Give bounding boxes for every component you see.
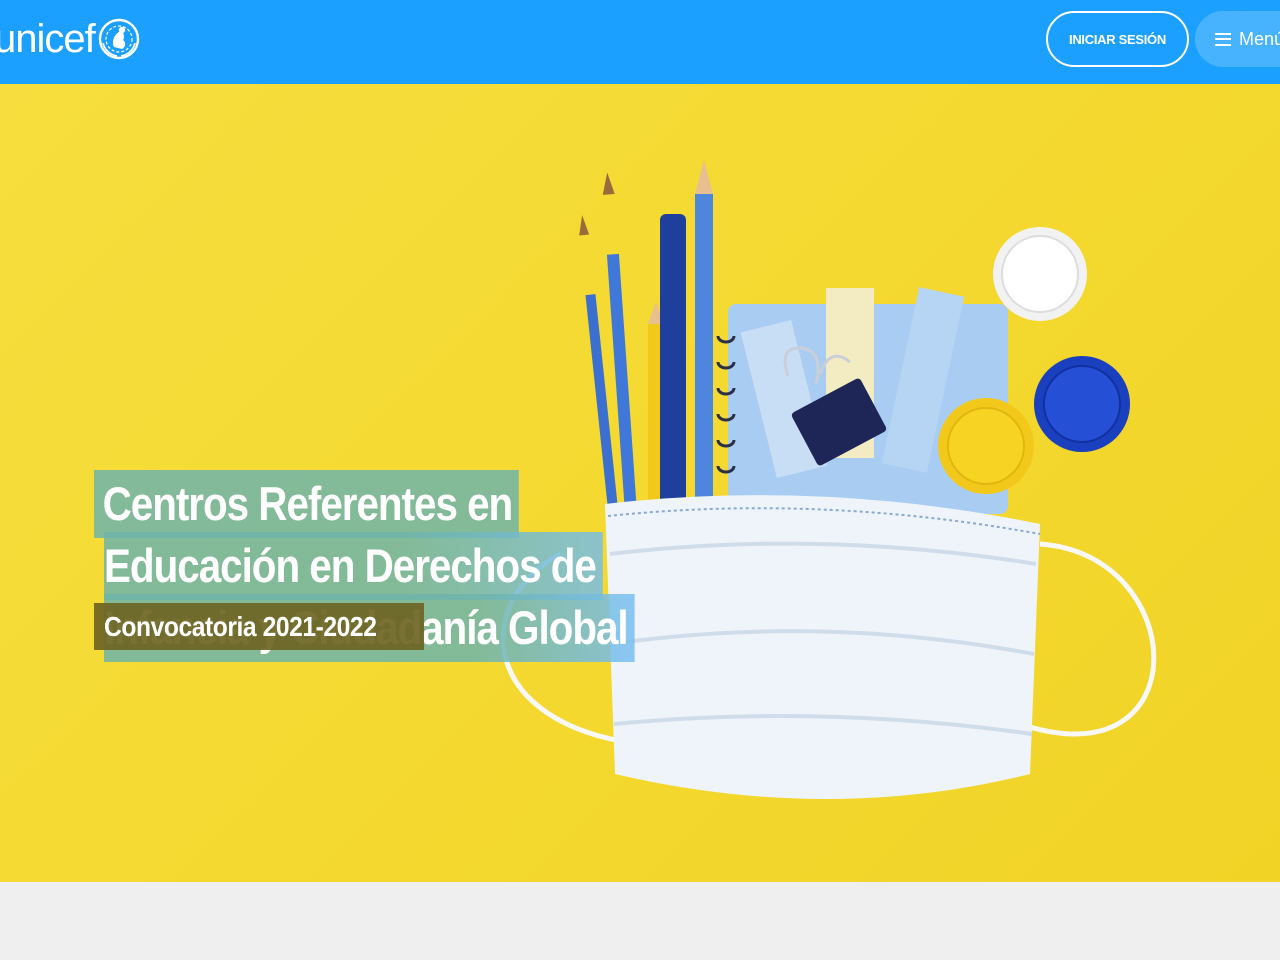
login-button[interactable]: INICIAR SESIÓN <box>1046 11 1189 67</box>
hero-subtitle: Convocatoria 2021-2022 <box>104 611 377 642</box>
logo-text: unicef <box>0 17 96 61</box>
top-navigation-bar: unicef INICIAR SESIÓN Menú <box>0 0 1280 84</box>
menu-button[interactable]: Menú <box>1195 11 1280 67</box>
hero-banner: Centros Referentes en Educación en Derec… <box>0 84 1280 882</box>
unicef-emblem-icon <box>98 18 139 60</box>
hero-title-line: Centros Referentes en <box>94 470 520 538</box>
hero-title-line: Educación en Derechos de <box>104 532 603 600</box>
hero-subtitle-badge: Convocatoria 2021-2022 <box>94 603 424 650</box>
hamburger-icon <box>1215 32 1231 46</box>
menu-label: Menú <box>1239 28 1280 49</box>
unicef-logo-link[interactable]: unicef <box>0 14 141 64</box>
